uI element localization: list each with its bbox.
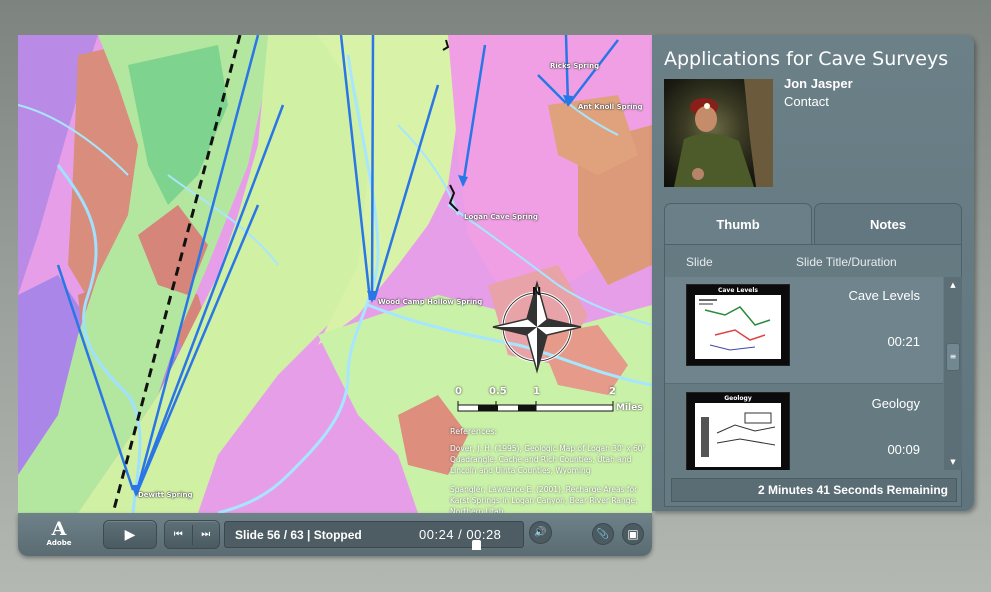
adobe-logo-text: Adobe xyxy=(46,539,72,547)
map-label: Wood Camp Hollow Spring xyxy=(378,298,483,306)
column-header-title-duration: Slide Title/Duration xyxy=(796,255,897,269)
slide-item-duration: 00:21 xyxy=(887,334,920,349)
next-slide-icon[interactable]: ⏭ xyxy=(193,529,220,540)
slide-item-title: Geology xyxy=(871,396,920,411)
sidebar-icon: ▣ xyxy=(627,527,639,541)
volume-icon: 🔊 xyxy=(534,527,547,538)
play-button[interactable]: ▶ xyxy=(103,520,157,549)
column-header-slide: Slide xyxy=(686,255,713,269)
slide-list-item[interactable]: Cave Levels Cave Levels 00:21 xyxy=(665,277,943,384)
tab-thumb[interactable]: Thumb xyxy=(664,203,812,245)
adobe-logo[interactable]: A Adobe xyxy=(46,519,72,547)
adobe-logo-mark: A xyxy=(51,518,67,540)
scale-tick: 0.5 xyxy=(489,386,507,397)
thumbnail-content xyxy=(695,403,781,467)
slide-list: Cave Levels Cave Levels 00:21 Geology Ge… xyxy=(665,277,943,470)
attachments-button[interactable]: 📎 xyxy=(592,523,614,545)
references-heading: References: xyxy=(450,427,498,436)
reference-2: Spangler, Lawrence E. (2001), Recharge A… xyxy=(450,485,638,513)
slide-viewer: Ricks Spring Ant Knoll Spring Logan Cave… xyxy=(18,35,652,513)
playback-control-bar: A Adobe ▶ ⏮ ⏭ Slide 56 / 63 | Stopped 00… xyxy=(18,513,652,556)
thumbnail-caption: Cave Levels xyxy=(717,287,759,294)
sidebar-panel: Applications for Cave Surveys Jon Jasper… xyxy=(652,35,974,511)
slide-list-header: Slide Slide Title/Duration xyxy=(665,245,961,277)
scale-tick: 1 xyxy=(533,386,540,397)
scale-unit: Miles xyxy=(616,403,643,413)
play-icon: ▶ xyxy=(124,526,136,543)
progress-scrubber[interactable] xyxy=(472,540,481,550)
presenter-photo xyxy=(664,79,773,187)
slide-list-scrollbar[interactable]: ▲ ≡ ▼ xyxy=(944,277,962,470)
time-remaining: 2 Minutes 41 Seconds Remaining xyxy=(671,478,957,502)
slide-counter: Slide 56 / 63 | Stopped xyxy=(235,528,362,542)
presentation-title: Applications for Cave Surveys xyxy=(664,48,949,70)
scale-tick: 2 xyxy=(609,386,616,397)
compass-letter: N xyxy=(532,285,542,298)
map-label: Ant Knoll Spring xyxy=(578,103,643,111)
scroll-thumb[interactable]: ≡ xyxy=(946,343,960,371)
reference-1: Dover, J. H. (1995), Geologic Map of Log… xyxy=(450,444,645,475)
slide-thumbnail: Cave Levels xyxy=(686,284,790,366)
paperclip-icon: 📎 xyxy=(596,528,610,540)
previous-slide-icon[interactable]: ⏮ xyxy=(165,529,192,540)
map-label: Dewitt Spring xyxy=(138,491,193,499)
time-counter: 00:24 / 00:28 xyxy=(419,527,502,542)
thumbnail-caption: Geology xyxy=(724,395,752,402)
slide-item-title: Cave Levels xyxy=(848,288,920,303)
map-label: Logan Cave Spring xyxy=(464,213,538,221)
scale-tick: 0 xyxy=(455,386,462,397)
slide-navigation: ⏮ ⏭ xyxy=(164,520,220,549)
geologic-map xyxy=(18,35,652,513)
slide-list-item[interactable]: Geology Geology 00:09 xyxy=(665,385,943,470)
slide-item-duration: 00:09 xyxy=(887,442,920,457)
slide-list-panel: Slide Slide Title/Duration Cave Levels C… xyxy=(664,244,962,507)
contact-link[interactable]: Contact xyxy=(784,94,829,109)
slide-thumbnail: Geology xyxy=(686,392,790,470)
sidebar-toggle-button[interactable]: ▣ xyxy=(622,523,644,545)
map-label: Ricks Spring xyxy=(550,62,600,70)
scroll-down-icon[interactable]: ▼ xyxy=(946,456,960,468)
thumbnail-content xyxy=(695,295,781,359)
volume-button[interactable]: 🔊 xyxy=(529,521,552,544)
scroll-up-icon[interactable]: ▲ xyxy=(946,279,960,291)
presenter-name: Jon Jasper xyxy=(784,76,853,91)
tab-notes[interactable]: Notes xyxy=(814,203,962,245)
